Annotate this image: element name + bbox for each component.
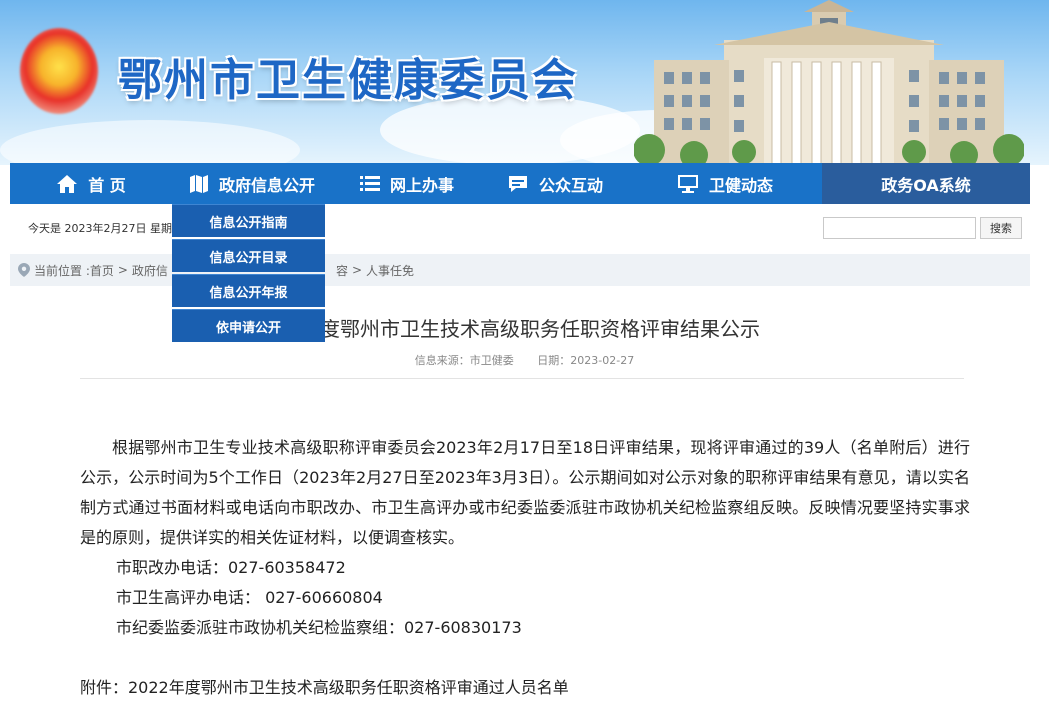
home-icon: [56, 174, 78, 194]
nav-health-news[interactable]: 卫健动态: [628, 163, 822, 204]
chat-icon: [507, 174, 529, 194]
dropdown-item-annual-report[interactable]: 信息公开年报: [172, 274, 325, 307]
nav-health-news-label: 卫健动态: [708, 175, 773, 195]
divider: [80, 378, 964, 379]
nav-home-label: 首 页: [88, 175, 126, 195]
header-banner: 鄂州市卫生健康委员会: [0, 0, 1049, 165]
dropdown-item-catalog[interactable]: 信息公开目录: [172, 239, 325, 272]
nav-home[interactable]: 首 页: [10, 163, 172, 204]
search-button[interactable]: 搜索: [980, 217, 1022, 239]
breadcrumb: 当前位置 :首页 > 政府信 容 > 人事任免: [10, 254, 1030, 286]
dropdown-item-guide[interactable]: 信息公开指南: [172, 204, 325, 237]
nav-oa-system-label: 政务OA系统: [881, 175, 971, 195]
breadcrumb-sep: >: [117, 263, 128, 277]
list-icon: [359, 175, 380, 193]
attachment-link[interactable]: 附件：2022年度鄂州市卫生技术高级职务任职资格评审通过人员名单: [80, 673, 569, 703]
location-pin-icon: [18, 263, 30, 277]
contact-line-3: 市纪委监委派驻市政协机关纪检监察组：027-60830173: [116, 618, 522, 637]
breadcrumb-content[interactable]: 容: [336, 262, 348, 279]
breadcrumb-sep: >: [351, 263, 363, 277]
breadcrumb-home[interactable]: 当前位置 :首页: [34, 262, 114, 279]
article-body: 根据鄂州市卫生专业技术高级职称评审委员会2023年2月17日至18日评审结果，现…: [80, 433, 970, 643]
monitor-icon: [677, 174, 699, 194]
article-source: 信息来源：市卫健委: [414, 354, 514, 367]
nav-online-service[interactable]: 网上办事: [332, 163, 482, 204]
site-title: 鄂州市卫生健康委员会: [118, 55, 578, 106]
main-nav: 首 页 政府信息公开 网上办事 公众互动 卫健动态 政务OA系统: [10, 163, 1030, 204]
breadcrumb-current: 人事任免: [366, 263, 415, 278]
breadcrumb-gov-info[interactable]: 政府信: [132, 262, 168, 279]
contact-line-2: 市卫生高评办电话： 027-60660804: [116, 588, 383, 607]
building-image: [634, 0, 1024, 165]
article-paragraph: 根据鄂州市卫生专业技术高级职称评审委员会2023年2月17日至18日评审结果，现…: [80, 438, 970, 547]
date-text: 今天是 2023年2月27日 星期: [28, 222, 172, 235]
article-date: 日期：2023-02-27: [537, 354, 635, 367]
search-input[interactable]: [823, 217, 976, 239]
dropdown-item-apply[interactable]: 依申请公开: [172, 309, 325, 342]
contact-line-1: 市职改办电话：027-60358472: [116, 558, 346, 577]
nav-gov-info[interactable]: 政府信息公开: [172, 163, 332, 204]
nav-public-interaction[interactable]: 公众互动: [482, 163, 628, 204]
nav-gov-info-label: 政府信息公开: [218, 175, 315, 195]
map-book-icon: [189, 174, 209, 194]
emblem-logo: [20, 28, 98, 114]
nav-online-service-label: 网上办事: [389, 175, 454, 195]
nav-oa-system[interactable]: 政务OA系统: [822, 163, 1030, 204]
article-meta: 信息来源：市卫健委 日期：2023-02-27: [0, 352, 1049, 368]
nav-public-interaction-label: 公众互动: [538, 175, 603, 195]
gov-info-dropdown: 信息公开指南 信息公开目录 信息公开年报 依申请公开: [172, 204, 325, 344]
